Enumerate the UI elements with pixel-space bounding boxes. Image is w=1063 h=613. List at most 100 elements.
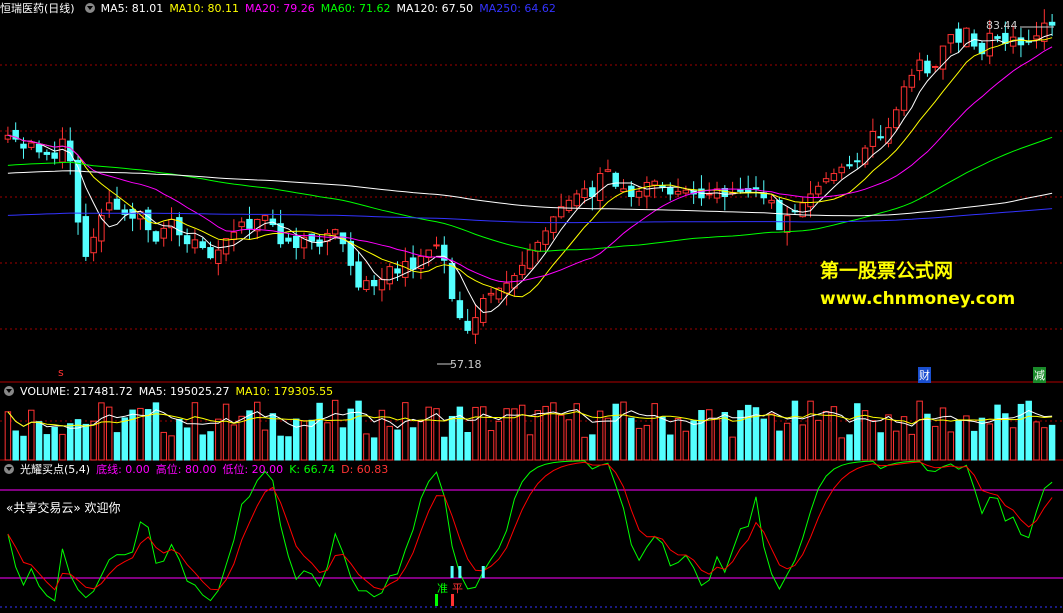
candle-up (215, 249, 222, 264)
volume-bar-down (744, 404, 752, 461)
candle-down (370, 279, 378, 287)
d-line (7, 461, 1053, 591)
collapse-icon[interactable] (4, 464, 14, 474)
candle-up (869, 130, 877, 147)
candle-down (292, 235, 300, 249)
indicator-label: D: 60.83 (341, 463, 389, 476)
candle-up (815, 185, 822, 195)
candle-up (1033, 35, 1040, 40)
candle-down (394, 268, 401, 274)
candle-down (199, 241, 206, 249)
volume-bar-up (713, 418, 721, 461)
volume-bar-down (612, 403, 619, 461)
volume-bar-up (160, 431, 167, 461)
candle-up (542, 230, 549, 245)
candle-up (402, 261, 409, 278)
volume-bar-up (815, 419, 822, 461)
volume-bar-down (129, 409, 136, 461)
candle-up (238, 221, 245, 228)
volume-bar-down (183, 427, 191, 461)
candle-up (230, 231, 238, 240)
candle-up (503, 282, 510, 294)
volume-bar-up (238, 415, 245, 461)
volume-bar-down (370, 437, 378, 461)
volume-bar-up (363, 433, 370, 461)
collapse-icon[interactable] (4, 386, 14, 396)
candle-up (931, 65, 939, 68)
volume-bar-up (402, 402, 409, 461)
volume-bar-down (846, 434, 853, 461)
volume-bar-up (28, 409, 35, 461)
ma-legend: MA5: 81.01 MA10: 80.11 MA20: 79.26 MA60: 71… (101, 2, 562, 15)
volume-label: MA5: 195025.27 (138, 385, 230, 398)
volume-bar-down (970, 430, 978, 461)
collapse-icon[interactable] (84, 3, 95, 13)
candle-up (472, 317, 479, 335)
candle-down (82, 216, 90, 257)
volume-bar-up (215, 418, 222, 461)
volume-label: VOLUME: 217481.72 (20, 385, 133, 398)
candle-down (409, 257, 417, 270)
volume-bar-up (651, 403, 658, 461)
candle-down (456, 300, 464, 319)
candle-down (1048, 21, 1056, 26)
volume-bar-up (1033, 421, 1040, 461)
volume-label: MA10: 179305.55 (235, 385, 334, 398)
volume-bar-up (90, 420, 97, 461)
volume-bar-down (721, 412, 729, 461)
indicator-header: 光耀买点(5,4) 底线: 0.00 高位: 80.00 低位: 20.00 K: 66… (0, 462, 400, 478)
volume-bar-down (1048, 424, 1056, 461)
volume-bar-down (121, 417, 129, 461)
volume-bar-up (487, 430, 495, 461)
volume-bar-down (1002, 413, 1009, 461)
candle-down (246, 218, 253, 229)
volume-bar-down (176, 418, 183, 461)
candle-up (893, 109, 900, 129)
volume-bar-up (674, 417, 682, 461)
volume-bar-up (939, 407, 947, 461)
stock-name: 恒瑞医药(日线) (0, 2, 75, 15)
jian-marker: 减 (1033, 367, 1046, 383)
volume-bar-up (550, 402, 557, 461)
volume-bar-up (706, 409, 713, 461)
candle-up (674, 190, 682, 195)
volume-bar-down (667, 434, 674, 461)
volume-bar-down (877, 432, 884, 461)
candle-up (261, 215, 269, 221)
ma-label: MA60: 71.62 (320, 2, 391, 15)
candle-up (526, 249, 534, 269)
candle-down (846, 164, 853, 167)
candle-down (877, 136, 884, 139)
low-price-label: 57.18 (450, 358, 482, 371)
candle-up (518, 264, 526, 275)
volume-bar-up (861, 410, 869, 461)
volume-bar-down (12, 430, 19, 461)
volume-bar-up (986, 423, 993, 461)
buy-point-bar (458, 566, 462, 578)
candle-up (807, 193, 814, 208)
candle-up (331, 229, 339, 235)
watermark-title: 第一股票公式网 (820, 260, 954, 282)
volume-bar-up (830, 406, 838, 461)
volume-bar-up (822, 410, 830, 461)
volume-legend: VOLUME: 217481.72 MA5: 195025.27 MA10: 179… (20, 385, 339, 398)
volume-bar-down (355, 400, 362, 461)
candle-up (682, 189, 690, 194)
volume-bar-up (526, 434, 534, 461)
candle-up (191, 239, 199, 249)
volume-bar-down (394, 429, 401, 461)
candle-down (67, 140, 74, 162)
candle-up (386, 266, 393, 285)
candle-up (534, 241, 542, 252)
volume-bar-up (565, 419, 573, 461)
candle-up (900, 86, 908, 111)
candle-up (105, 202, 113, 211)
volume-bar-up (799, 424, 806, 461)
volume-bar-down (347, 408, 354, 461)
volume-bar-up (59, 433, 66, 461)
candle-up (90, 236, 97, 254)
candle-up (28, 142, 35, 148)
indicator-label: 低位: 20.00 (222, 463, 284, 476)
candle-up (830, 173, 838, 181)
volume-bar-down (409, 427, 417, 461)
